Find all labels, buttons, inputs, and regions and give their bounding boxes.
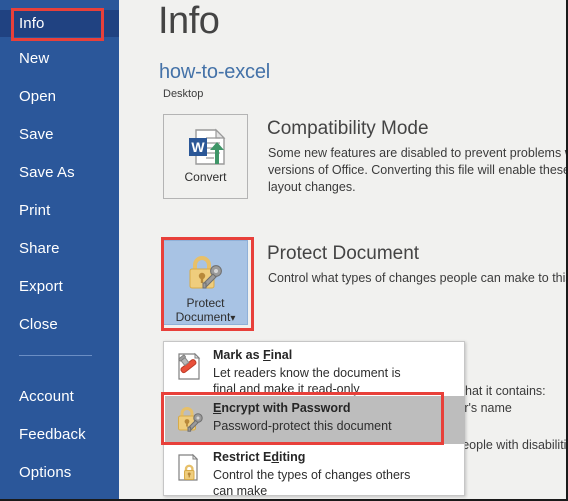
- document-name[interactable]: how-to-excel: [159, 61, 270, 84]
- padlock-key-icon: [182, 252, 230, 296]
- menu-item-description: Let readers know the document is final a…: [213, 365, 461, 397]
- protect-document-heading: Protect Document: [267, 243, 420, 264]
- sidebar-item-label: Export: [19, 278, 63, 295]
- menu-item-title: Encrypt with Password: [213, 401, 351, 415]
- compatibility-mode-body: Some new features are disabled to preven…: [268, 145, 568, 196]
- menu-item-mark-as-final[interactable]: Mark as Final Let readers know the docum…: [165, 343, 465, 396]
- sidebar-item-label: Share: [19, 240, 60, 257]
- menu-desc-line-2: can make: [213, 484, 268, 498]
- sidebar-item-close[interactable]: Close: [0, 311, 119, 338]
- menu-title-accesskey: d: [271, 450, 279, 464]
- menu-item-description: Password-protect this document: [213, 418, 461, 434]
- info-pane: Info how-to-excel Desktop W Convert Comp…: [119, 0, 568, 499]
- compatibility-body-line-2: versions of Office. Converting this file…: [268, 163, 568, 177]
- menu-item-title: Mark as Final: [213, 348, 292, 362]
- svg-text:W: W: [191, 139, 205, 155]
- sidebar-item-account[interactable]: Account: [0, 383, 119, 410]
- sidebar-item-label: Feedback: [19, 426, 86, 443]
- menu-title-accesskey: F: [263, 348, 271, 362]
- menu-title-post: ncrypt with Password: [221, 401, 351, 415]
- menu-desc-line-1: Control the types of changes others: [213, 468, 411, 482]
- protect-document-body: Control what types of changes people can…: [268, 270, 568, 287]
- menu-item-title: Restrict Editing: [213, 450, 305, 464]
- menu-desc-line-1: Let readers know the document is: [213, 366, 401, 380]
- sidebar-item-info[interactable]: Info: [0, 10, 119, 37]
- sidebar-item-open[interactable]: Open: [0, 83, 119, 110]
- menu-desc-line-2: final and make it read-only: [213, 382, 360, 396]
- sidebar-item-label: New: [19, 50, 50, 67]
- sidebar-item-label: Options: [19, 464, 72, 481]
- sidebar-divider: [19, 355, 92, 356]
- sidebar-item-label: Save As: [19, 164, 75, 181]
- page-title: Info: [158, 0, 220, 42]
- menu-title-post: iting: [279, 450, 306, 464]
- protect-label-line-1: Protect: [186, 296, 225, 310]
- protect-label-line-2: Document: [175, 310, 231, 324]
- document-lock-icon: [174, 452, 206, 484]
- sidebar-item-share[interactable]: Share: [0, 235, 119, 262]
- menu-item-restrict-editing[interactable]: Restrict Editing Control the types of ch…: [165, 445, 465, 498]
- menu-item-description: Control the types of changes others can …: [213, 467, 461, 499]
- chevron-down-icon[interactable]: ▾: [230, 313, 235, 324]
- sidebar-item-label: Account: [19, 388, 74, 405]
- sidebar-item-save[interactable]: Save: [0, 121, 119, 148]
- menu-desc-line-1: Password-protect this document: [213, 419, 392, 433]
- document-location: Desktop: [163, 88, 204, 100]
- menu-title-post: inal: [270, 348, 293, 362]
- compatibility-body-line-1: Some new features are disabled to preven…: [268, 146, 568, 160]
- compatibility-mode-heading: Compatibility Mode: [267, 118, 429, 139]
- padlock-key-icon: [174, 403, 206, 435]
- menu-item-encrypt-with-password[interactable]: Encrypt with Password Password-protect t…: [165, 396, 465, 444]
- protect-body-line-1: Control what types of changes people can…: [268, 271, 568, 285]
- word-document-upgrade-icon: W: [182, 126, 230, 170]
- menu-title-pre: Mark as: [213, 348, 264, 362]
- sidebar-item-export[interactable]: Export: [0, 273, 119, 300]
- sidebar-item-options[interactable]: Options: [0, 459, 119, 486]
- sidebar-item-new[interactable]: New: [0, 45, 119, 72]
- protect-document-button-label: Protect Document▾: [164, 296, 247, 326]
- word-backstage-info-screen: Info New Open Save Save As Print Share E…: [0, 0, 568, 501]
- sidebar-item-feedback[interactable]: Feedback: [0, 421, 119, 448]
- sidebar-item-save-as[interactable]: Save As: [0, 159, 119, 186]
- compatibility-body-line-3: layout changes.: [268, 180, 356, 194]
- sidebar-item-label: Close: [19, 316, 58, 333]
- convert-button-label: Convert: [184, 170, 227, 184]
- protect-document-dropdown-menu: Mark as Final Let readers know the docum…: [163, 341, 465, 498]
- backstage-sidebar: Info New Open Save Save As Print Share E…: [0, 0, 119, 499]
- sidebar-item-label: Save: [19, 126, 54, 143]
- sidebar-item-print[interactable]: Print: [0, 197, 119, 224]
- menu-title-pre: Restrict E: [213, 450, 272, 464]
- document-stamp-icon: [174, 350, 206, 382]
- convert-button[interactable]: W Convert: [163, 114, 248, 199]
- sidebar-item-label: Print: [19, 202, 51, 219]
- protect-document-button[interactable]: Protect Document▾: [163, 240, 248, 325]
- sidebar-item-label: Info: [19, 15, 45, 32]
- sidebar-item-label: Open: [19, 88, 57, 105]
